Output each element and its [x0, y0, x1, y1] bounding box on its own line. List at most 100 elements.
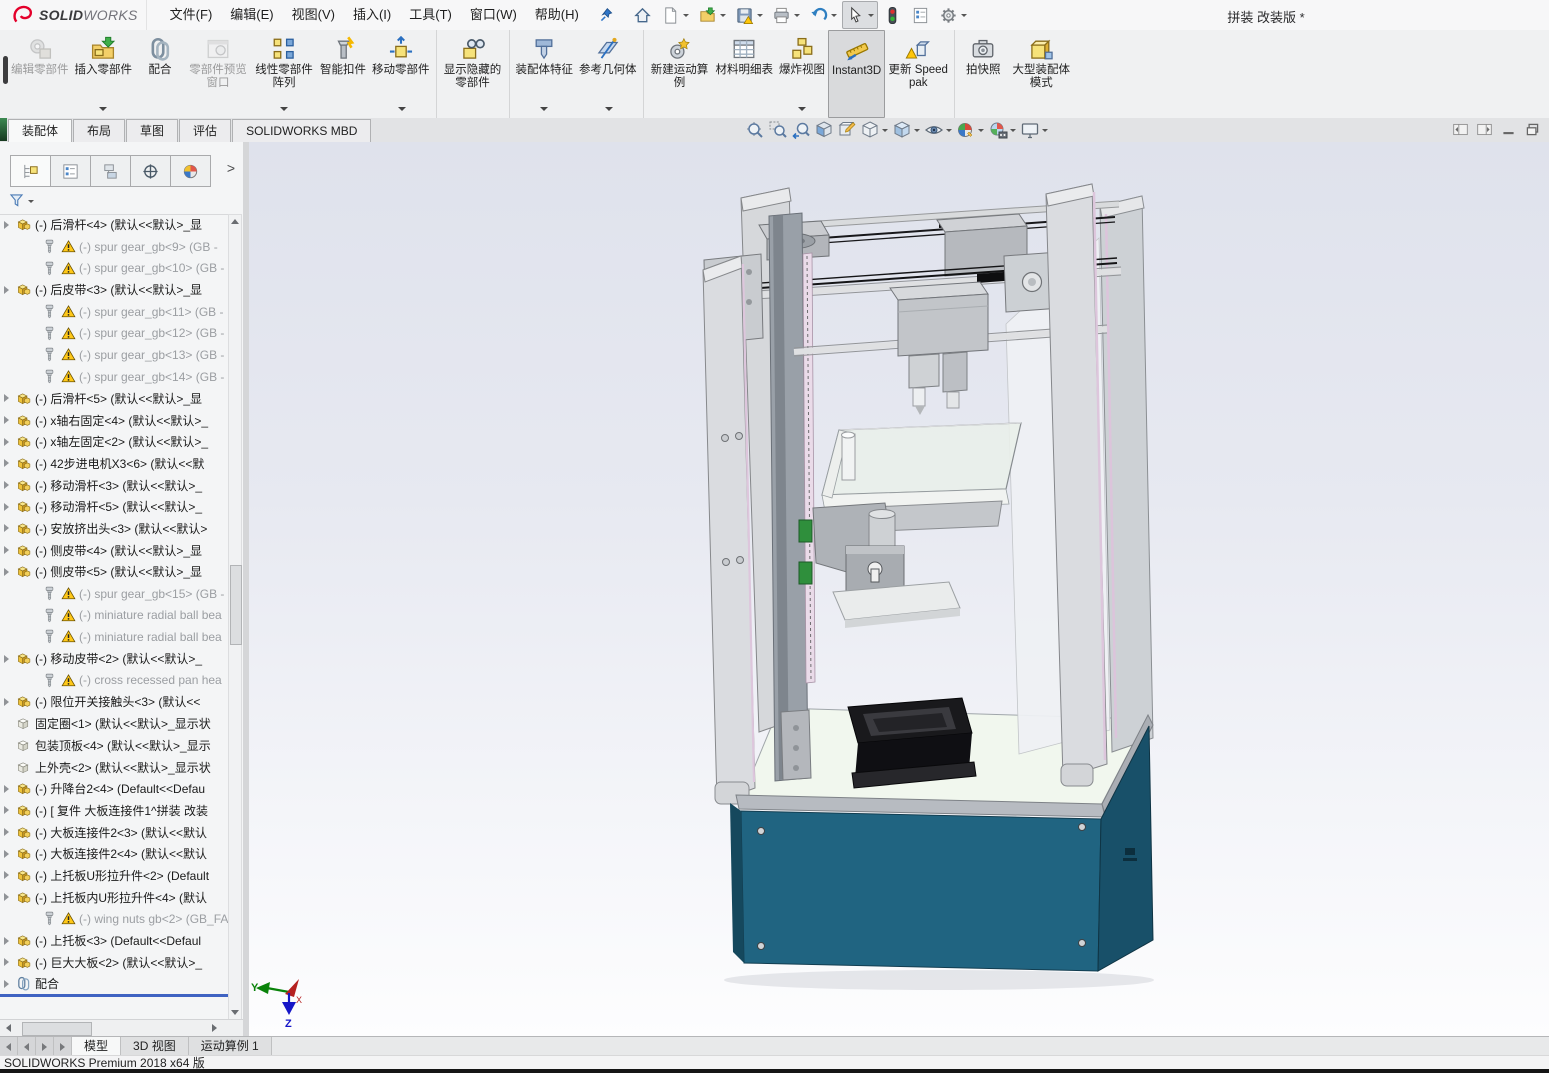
scroll-right-button[interactable]	[207, 1021, 221, 1035]
view-orientation-button[interactable]	[859, 119, 890, 141]
expand-arrow-icon[interactable]	[4, 221, 15, 229]
undo-button[interactable]	[805, 1, 841, 29]
scroll-up-button[interactable]	[229, 215, 241, 228]
command-button[interactable]: 配合	[135, 30, 185, 118]
minimize-document-button[interactable]	[1500, 121, 1517, 138]
tree-item[interactable]: (-) 移动滑杆<3> (默认<<默认>_	[0, 474, 228, 496]
tree-item[interactable]: 配合	[0, 973, 228, 995]
command-button[interactable]: 材料明细表	[713, 30, 777, 118]
z-axis-rail[interactable]	[768, 212, 816, 782]
tree-item[interactable]: (-) spur gear_gb<15> (GB -	[0, 583, 228, 605]
expand-arrow-icon[interactable]	[4, 785, 15, 793]
tree-horizontal-scrollbar[interactable]	[0, 1019, 243, 1036]
tree-item[interactable]: (-) 42步进电机X3<6> (默认<<默	[0, 453, 228, 475]
tree-item[interactable]: (-) 后滑杆<5> (默认<<默认>_显	[0, 388, 228, 410]
dropdown-caret-icon[interactable]	[756, 14, 763, 20]
section-view-button[interactable]	[813, 119, 835, 141]
print-button[interactable]	[768, 1, 804, 29]
expand-arrow-icon[interactable]	[4, 568, 15, 576]
open-button[interactable]	[694, 1, 730, 29]
command-button[interactable]: 新建运动算例	[647, 30, 713, 118]
dropdown-caret-icon[interactable]	[793, 14, 800, 20]
pin-toolbar-button[interactable]	[598, 7, 615, 24]
displaymanager-tab[interactable]	[170, 155, 211, 187]
tree-item[interactable]: 固定圈<1> (默认<<默认>_显示状	[0, 713, 228, 735]
menu-item[interactable]: 视图(V)	[283, 0, 344, 30]
tree-item[interactable]: (-) 移动皮带<2> (默认<<默认>_	[0, 648, 228, 670]
apply-scene-button[interactable]	[987, 119, 1018, 141]
expand-arrow-icon[interactable]	[4, 481, 15, 489]
menu-item[interactable]: 窗口(W)	[461, 0, 526, 30]
featuremanager-tree-tab[interactable]	[10, 155, 51, 187]
dropdown-caret-icon[interactable]	[280, 107, 288, 115]
menu-item[interactable]: 插入(I)	[344, 0, 400, 30]
previous-tab-button[interactable]	[18, 1037, 36, 1057]
options-button[interactable]	[935, 1, 971, 29]
command-button[interactable]: 装配体特征	[513, 30, 577, 118]
collapse-right-pane-button[interactable]	[1476, 121, 1493, 138]
command-button[interactable]: 智能扣件	[317, 30, 369, 118]
annotation-view-button[interactable]	[836, 119, 858, 141]
dropdown-caret-icon[interactable]	[882, 129, 888, 135]
configurationmanager-tab[interactable]	[90, 155, 131, 187]
menu-item[interactable]: 帮助(H)	[526, 0, 588, 30]
dimxpertmanager-tab[interactable]	[130, 155, 171, 187]
dropdown-caret-icon[interactable]	[540, 107, 549, 115]
expand-arrow-icon[interactable]	[4, 850, 15, 858]
new-document-button[interactable]	[657, 1, 693, 29]
tree-item[interactable]: (-) 安放挤出头<3> (默认<<默认>	[0, 518, 228, 540]
collapse-left-pane-button[interactable]	[1452, 121, 1469, 138]
command-button[interactable]: 显示隐藏的零部件	[440, 30, 510, 118]
commandmanager-tab[interactable]: 装配体	[8, 119, 73, 142]
command-button[interactable]: 插入零部件	[72, 30, 136, 118]
tree-item[interactable]: (-) spur gear_gb<10> (GB -	[0, 257, 228, 279]
dropdown-caret-icon[interactable]	[398, 107, 407, 115]
expand-arrow-icon[interactable]	[4, 893, 15, 901]
tree-item[interactable]: (-) miniature radial ball bea	[0, 604, 228, 626]
column-foot[interactable]	[1060, 763, 1094, 787]
expand-arrow-icon[interactable]	[4, 937, 15, 945]
menu-item[interactable]: 编辑(E)	[221, 0, 282, 30]
tree-item[interactable]: (-) cross recessed pan hea	[0, 669, 228, 691]
tree-item[interactable]: (-) 升降台2<4> (Default<<Defau	[0, 778, 228, 800]
rebuild-button[interactable]	[879, 1, 906, 29]
tree-item[interactable]: (-) wing nuts gb<2> (GB_FA	[0, 908, 228, 930]
file-properties-button[interactable]	[907, 1, 934, 29]
display-style-button[interactable]	[891, 119, 922, 141]
propertymanager-tab[interactable]	[50, 155, 91, 187]
command-button[interactable]: 更新 Speedpak	[885, 30, 956, 118]
tree-item[interactable]: (-) x轴左固定<2> (默认<<默认>_	[0, 431, 228, 453]
tree-item[interactable]: (-) 上托板U形拉升件<2> (Default	[0, 865, 228, 887]
tree-vertical-scrollbar[interactable]	[228, 214, 242, 1020]
dropdown-caret-icon[interactable]	[978, 129, 984, 135]
dropdown-caret-icon[interactable]	[682, 14, 689, 20]
dropdown-caret-icon[interactable]	[946, 129, 952, 135]
tree-item[interactable]: (-) 大板连接件2<4> (默认<<默认	[0, 843, 228, 865]
save-button[interactable]	[731, 1, 767, 29]
dropdown-caret-icon[interactable]	[830, 14, 837, 20]
dropdown-caret-icon[interactable]	[99, 107, 108, 115]
extruder-carriage[interactable]	[889, 281, 989, 415]
command-button[interactable]: 大型装配体模式	[1008, 30, 1074, 118]
expand-arrow-icon[interactable]	[4, 806, 15, 814]
expand-arrow-icon[interactable]	[4, 416, 15, 424]
commandmanager-tab[interactable]: 布局	[73, 119, 126, 142]
expand-arrow-icon[interactable]	[4, 286, 15, 294]
scroll-down-button[interactable]	[229, 1006, 241, 1019]
document-tab[interactable]: 运动算例 1	[188, 1037, 272, 1057]
dropdown-caret-icon[interactable]	[1042, 129, 1048, 135]
expand-arrow-icon[interactable]	[4, 546, 15, 554]
commandmanager-tab[interactable]: 评估	[179, 119, 232, 142]
3d-model[interactable]: Y X Z	[249, 142, 1549, 1036]
command-button[interactable]: 零部件预览窗口	[185, 30, 251, 118]
previous-view-button[interactable]	[790, 119, 812, 141]
expand-arrow-icon[interactable]	[4, 438, 15, 446]
tree-item[interactable]: (-) spur gear_gb<9> (GB -	[0, 236, 228, 258]
scrollbar-thumb[interactable]	[230, 565, 242, 645]
command-button[interactable]: 爆炸视图	[776, 30, 828, 118]
tree-item[interactable]: (-) spur gear_gb<11> (GB -	[0, 301, 228, 323]
command-button[interactable]: 拍快照	[958, 30, 1008, 118]
panel-grip[interactable]	[3, 56, 8, 84]
expand-arrow-icon[interactable]	[4, 655, 15, 663]
filter-caret-icon[interactable]	[28, 199, 34, 206]
